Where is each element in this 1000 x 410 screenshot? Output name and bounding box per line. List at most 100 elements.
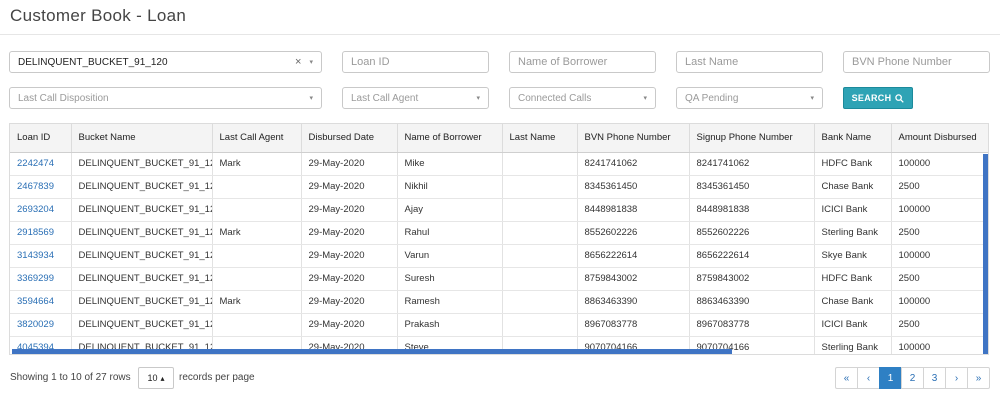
connected-calls-select[interactable]: Connected Calls ▾ xyxy=(509,87,656,109)
table-cell: DELINQUENT_BUCKET_91_120 xyxy=(71,152,213,176)
table-cell: 29-May-2020 xyxy=(301,267,398,291)
table-cell: 8863463390 xyxy=(577,290,690,314)
table-cell: 29-May-2020 xyxy=(301,198,398,222)
loan-id-field[interactable] xyxy=(342,51,489,73)
table-cell: 29-May-2020 xyxy=(301,221,398,245)
table-row[interactable]: 3369299 DELINQUENT_BUCKET_91_120 29-May-20… xyxy=(10,267,988,291)
table-cell: Ramesh xyxy=(397,290,503,314)
loan-id-input[interactable] xyxy=(351,56,480,68)
loan-id-link[interactable]: 2918569 xyxy=(10,221,72,245)
column-header[interactable]: Disbursed Date xyxy=(301,124,398,153)
column-header[interactable]: Amount Disbursed xyxy=(891,124,988,153)
table-cell xyxy=(502,175,578,199)
pagination: «‹ 1 2 3 ›» xyxy=(835,367,990,389)
search-button[interactable]: SEARCH xyxy=(843,87,913,109)
table-cell: 29-May-2020 xyxy=(301,244,398,268)
bucket-select[interactable]: DELINQUENT_BUCKET_91_120 × ▾ xyxy=(9,51,322,73)
column-header[interactable]: Signup Phone Number xyxy=(689,124,815,153)
column-header[interactable]: Loan ID xyxy=(10,124,72,153)
table-cell xyxy=(212,313,302,337)
table-row[interactable]: 3143934 DELINQUENT_BUCKET_91_120 29-May-20… xyxy=(10,244,988,268)
horizontal-scrollbar[interactable] xyxy=(12,349,732,354)
table-cell: 8759843002 xyxy=(689,267,815,291)
table-cell xyxy=(502,221,578,245)
table-cell: 29-May-2020 xyxy=(301,175,398,199)
loan-id-link[interactable]: 2467839 xyxy=(10,175,72,199)
table-cell: 8241741062 xyxy=(577,152,690,176)
table-cell xyxy=(502,244,578,268)
table-cell: DELINQUENT_BUCKET_91_120 xyxy=(71,313,213,337)
connected-calls-placeholder: Connected Calls xyxy=(518,92,592,104)
prev-page-button[interactable]: ‹ xyxy=(857,367,880,389)
table-cell: DELINQUENT_BUCKET_91_120 xyxy=(71,290,213,314)
table-cell: 8759843002 xyxy=(577,267,690,291)
table-cell: Sterling Bank xyxy=(814,221,892,245)
table-row[interactable]: 2918569 DELINQUENT_BUCKET_91_120 Mark 29-Ma… xyxy=(10,221,988,245)
table-cell: 100000 xyxy=(891,336,988,354)
chevron-down-icon: ▾ xyxy=(309,95,313,102)
table-cell: 8863463390 xyxy=(689,290,815,314)
page-1-button[interactable]: 1 xyxy=(879,367,902,389)
table-cell: 2500 xyxy=(891,175,988,199)
column-header[interactable]: Bucket Name xyxy=(71,124,213,153)
table-row[interactable]: 2693204 DELINQUENT_BUCKET_91_120 29-May-20… xyxy=(10,198,988,222)
pagination-info: Showing 1 to 10 of 27 rows xyxy=(10,372,131,383)
loan-id-link[interactable]: 3820029 xyxy=(10,313,72,337)
last-call-agent-select[interactable]: Last Call Agent ▾ xyxy=(342,87,489,109)
loan-id-link[interactable]: 2693204 xyxy=(10,198,72,222)
table-cell: Prakash xyxy=(397,313,503,337)
loan-id-link[interactable]: 3369299 xyxy=(10,267,72,291)
column-header[interactable]: Last Call Agent xyxy=(212,124,302,153)
table-cell xyxy=(212,267,302,291)
table-cell: DELINQUENT_BUCKET_91_120 xyxy=(71,267,213,291)
first-page-button[interactable]: « xyxy=(835,367,858,389)
last-call-disposition-select[interactable]: Last Call Disposition ▾ xyxy=(9,87,322,109)
table-cell: 2500 xyxy=(891,313,988,337)
table-cell: Ajay xyxy=(397,198,503,222)
page-size-dropdown[interactable]: 10 ▴ xyxy=(138,367,174,389)
table-cell: 8241741062 xyxy=(689,152,815,176)
bvn-phone-number-input[interactable] xyxy=(852,56,981,68)
name-of-borrower-input[interactable] xyxy=(518,56,647,68)
search-icon xyxy=(895,93,905,103)
last-name-field[interactable] xyxy=(676,51,823,73)
table-cell: 8656222614 xyxy=(577,244,690,268)
table-cell: 8967083778 xyxy=(577,313,690,337)
column-header[interactable]: Name of Borrower xyxy=(397,124,503,153)
search-button-label: SEARCH xyxy=(851,93,892,103)
last-name-input[interactable] xyxy=(685,56,814,68)
last-page-button[interactable]: » xyxy=(967,367,990,389)
table-cell: Skye Bank xyxy=(814,244,892,268)
page-title: Customer Book - Loan xyxy=(10,6,187,25)
table-cell: Mike xyxy=(397,152,503,176)
table-cell: DELINQUENT_BUCKET_91_120 xyxy=(71,175,213,199)
table-row[interactable]: 2467839 DELINQUENT_BUCKET_91_120 29-May-20… xyxy=(10,175,988,199)
last-call-disposition-placeholder: Last Call Disposition xyxy=(18,92,109,104)
bvn-phone-number-field[interactable] xyxy=(843,51,990,73)
page-3-button[interactable]: 3 xyxy=(923,367,946,389)
column-header[interactable]: BVN Phone Number xyxy=(577,124,690,153)
loan-id-link[interactable]: 2242474 xyxy=(10,152,72,176)
table-cell: 29-May-2020 xyxy=(301,152,398,176)
name-of-borrower-field[interactable] xyxy=(509,51,656,73)
clear-icon[interactable]: × xyxy=(295,56,301,68)
page-2-button[interactable]: 2 xyxy=(901,367,924,389)
vertical-scrollbar[interactable] xyxy=(983,154,988,354)
table-cell: HDFC Bank xyxy=(814,152,892,176)
column-header[interactable]: Bank Name xyxy=(814,124,892,153)
table-cell: ICICI Bank xyxy=(814,198,892,222)
table-row[interactable]: 2242474 DELINQUENT_BUCKET_91_120 Mark 29-Ma… xyxy=(10,152,988,176)
qa-pending-placeholder: QA Pending xyxy=(685,92,739,104)
table-row[interactable]: 3594664 DELINQUENT_BUCKET_91_120 Mark 29-Ma… xyxy=(10,290,988,314)
table-cell: 8345361450 xyxy=(577,175,690,199)
table-cell: 100000 xyxy=(891,290,988,314)
loan-id-link[interactable]: 3594664 xyxy=(10,290,72,314)
loan-id-link[interactable]: 3143934 xyxy=(10,244,72,268)
table-cell: 29-May-2020 xyxy=(301,313,398,337)
qa-pending-select[interactable]: QA Pending ▾ xyxy=(676,87,823,109)
table-row[interactable]: 3820029 DELINQUENT_BUCKET_91_120 29-May-20… xyxy=(10,313,988,337)
next-page-button[interactable]: › xyxy=(945,367,968,389)
column-header[interactable]: Last Name xyxy=(502,124,578,153)
table-cell xyxy=(502,267,578,291)
records-per-page-label: records per page xyxy=(179,372,255,383)
